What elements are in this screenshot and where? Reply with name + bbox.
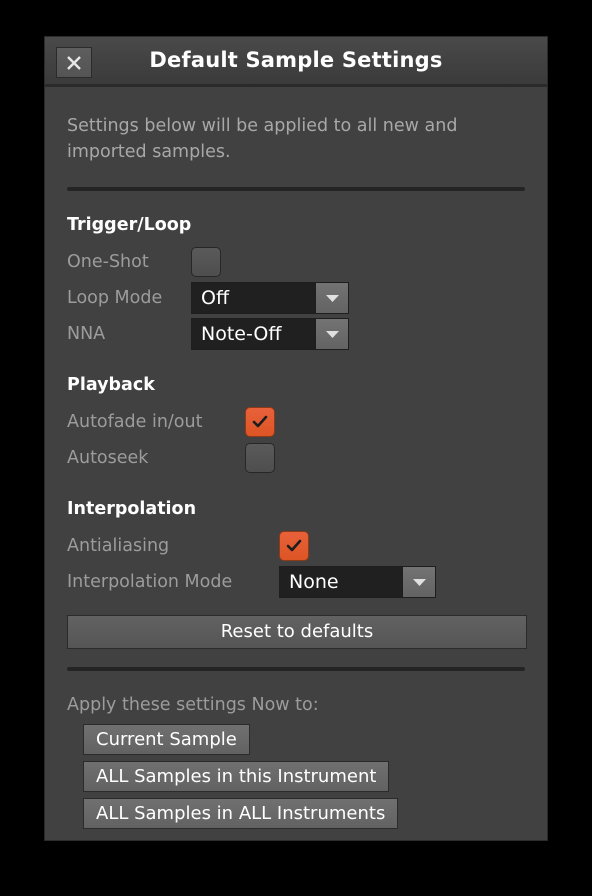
- dialog-titlebar: Default Sample Settings: [45, 37, 547, 87]
- label-antialiasing: Antialiasing: [67, 536, 170, 556]
- chevron-down-icon: [315, 319, 348, 349]
- section-title-interpolation: Interpolation: [67, 499, 197, 519]
- divider-bottom: [67, 667, 525, 671]
- checkmark-icon: [252, 415, 268, 428]
- label-interpolation-mode: Interpolation Mode: [67, 572, 233, 592]
- dropdown-loop-mode-value: Off: [192, 283, 315, 313]
- dropdown-nna-value: Note-Off: [192, 319, 315, 349]
- label-autoseek: Autoseek: [67, 448, 149, 468]
- section-title-playback: Playback: [67, 375, 155, 395]
- apply-all-samples-all-instruments-button[interactable]: ALL Samples in ALL Instruments: [83, 798, 399, 829]
- row-nna: NNA Note-Off: [67, 317, 525, 351]
- chevron-down-icon: [402, 567, 435, 597]
- dropdown-loop-mode[interactable]: Off: [191, 282, 349, 314]
- default-sample-settings-dialog: Default Sample Settings Settings below w…: [44, 36, 548, 841]
- divider-top: [67, 187, 525, 191]
- label-one-shot: One-Shot: [67, 252, 149, 272]
- checkbox-antialiasing[interactable]: [279, 531, 309, 561]
- label-nna: NNA: [67, 324, 106, 344]
- row-loop-mode: Loop Mode Off: [67, 281, 525, 315]
- checkbox-autofade[interactable]: [245, 407, 275, 437]
- row-interpolation-mode: Interpolation Mode None: [67, 565, 525, 599]
- label-loop-mode: Loop Mode: [67, 288, 163, 308]
- chevron-down-icon: [315, 283, 348, 313]
- checkbox-one-shot[interactable]: [191, 247, 221, 277]
- reset-to-defaults-button[interactable]: Reset to defaults: [67, 615, 527, 649]
- row-autofade: Autofade in/out: [67, 405, 525, 439]
- row-one-shot: One-Shot: [67, 245, 525, 279]
- dropdown-interpolation-mode-value: None: [280, 567, 402, 597]
- apply-current-sample-button[interactable]: Current Sample: [83, 724, 250, 755]
- intro-text: Settings below will be applied to all ne…: [67, 116, 458, 162]
- apply-section-label: Apply these settings Now to:: [67, 695, 319, 715]
- row-antialiasing: Antialiasing: [67, 529, 525, 563]
- dialog-body: Settings below will be applied to all ne…: [45, 87, 547, 840]
- dialog-title: Default Sample Settings: [149, 48, 443, 72]
- row-autoseek: Autoseek: [67, 441, 525, 475]
- section-title-trigger-loop: Trigger/Loop: [67, 215, 192, 235]
- dropdown-interpolation-mode[interactable]: None: [279, 566, 436, 598]
- apply-all-samples-this-instrument-button[interactable]: ALL Samples in this Instrument: [83, 761, 390, 792]
- checkmark-icon: [286, 539, 302, 552]
- label-autofade: Autofade in/out: [67, 412, 203, 432]
- dropdown-nna[interactable]: Note-Off: [191, 318, 349, 350]
- checkbox-autoseek[interactable]: [245, 443, 275, 473]
